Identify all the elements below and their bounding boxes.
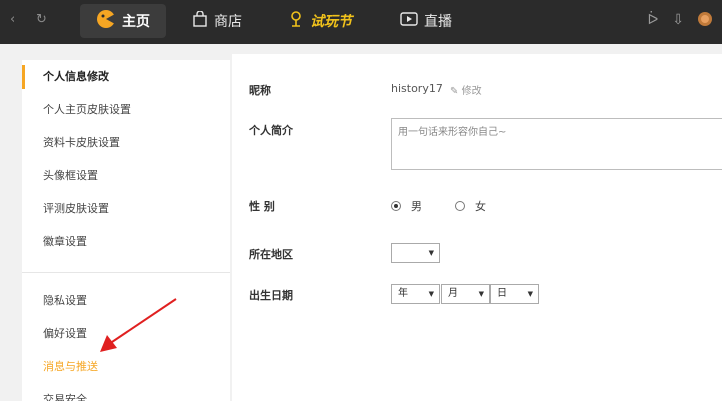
play-icon: [400, 12, 418, 30]
tab-trial-label: 试玩节: [310, 14, 352, 30]
caret-down-icon: ▼: [527, 290, 533, 298]
download-icon[interactable]: ⇩: [672, 12, 684, 30]
trial-icon: [288, 10, 304, 32]
gender-female-radio[interactable]: 女: [455, 198, 486, 214]
region-label: 所在地区: [249, 248, 293, 261]
tab-store-label: 商店: [214, 14, 242, 30]
top-right-icons: ᐆ ⇩: [647, 12, 712, 30]
day-value: 日: [497, 288, 507, 299]
sidebar-item-card-skin[interactable]: 资料卡皮肤设置: [22, 131, 230, 155]
bag-icon: [192, 10, 208, 31]
intro-placeholder: 用一句话来形容你自己~: [398, 127, 507, 138]
month-value: 月: [448, 288, 458, 299]
sidebar-item-avatar-frame[interactable]: 头像框设置: [22, 164, 230, 188]
caret-down-icon: ▼: [428, 249, 434, 257]
avatar[interactable]: [698, 12, 712, 30]
gender-male-label: 男: [411, 200, 422, 213]
tab-home-label: 主页: [122, 14, 150, 30]
tab-trial[interactable]: 试玩节: [272, 4, 368, 38]
radio-unchecked-icon: [455, 201, 465, 211]
nickname-label: 昵称: [249, 84, 271, 97]
gender-female-label: 女: [475, 200, 486, 213]
top-bar: ‹ ↻ 主页 商店 试玩节 直播 ᐆ ⇩: [0, 0, 722, 44]
sidebar-item-privacy[interactable]: 隐私设置: [22, 289, 230, 313]
edit-label: 修改: [461, 86, 482, 97]
nickname-value: history17: [391, 82, 443, 95]
sidebar-item-badge[interactable]: 徽章设置: [22, 230, 230, 254]
radio-checked-icon: [391, 201, 401, 211]
edit-nickname-link[interactable]: ✎ 修改: [450, 82, 482, 97]
tab-live[interactable]: 直播: [384, 4, 468, 38]
sidebar-item-profile[interactable]: 个人信息修改: [22, 65, 230, 89]
pencil-icon: ✎: [450, 86, 459, 97]
sidebar-item-notifications[interactable]: 消息与推送: [22, 355, 230, 379]
content-area: 个人信息修改 个人主页皮肤设置 资料卡皮肤设置 头像框设置 评测皮肤设置 徽章设…: [0, 44, 722, 401]
tab-store[interactable]: 商店: [176, 4, 258, 38]
caret-down-icon: ▼: [478, 290, 484, 298]
ghost-icon[interactable]: ᐆ: [647, 12, 658, 30]
game-face-icon: [96, 9, 116, 33]
sidebar-item-homepage-skin[interactable]: 个人主页皮肤设置: [22, 98, 230, 122]
settings-sidebar: 个人信息修改 个人主页皮肤设置 资料卡皮肤设置 头像框设置 评测皮肤设置 徽章设…: [22, 60, 230, 401]
profile-form: 昵称 history17 ✎ 修改 个人简介 用一句话来形容你自己~ 性 别 男…: [232, 54, 722, 401]
birth-day-select[interactable]: 日 ▼: [490, 284, 539, 304]
gender-male-radio[interactable]: 男: [391, 198, 422, 214]
birth-year-select[interactable]: 年 ▼: [391, 284, 440, 304]
year-value: 年: [398, 288, 408, 299]
back-icon[interactable]: ‹: [10, 12, 15, 27]
intro-label: 个人简介: [249, 124, 293, 137]
tab-live-label: 直播: [424, 14, 452, 30]
birth-label: 出生日期: [249, 289, 293, 302]
gender-label: 性 别: [249, 200, 275, 213]
tab-home[interactable]: 主页: [80, 4, 166, 38]
sidebar-item-trade-security[interactable]: 交易安全: [22, 388, 230, 401]
sidebar-divider: [22, 272, 230, 273]
birth-month-select[interactable]: 月 ▼: [441, 284, 490, 304]
sidebar-item-preferences[interactable]: 偏好设置: [22, 322, 230, 346]
sidebar-item-review-skin[interactable]: 评测皮肤设置: [22, 197, 230, 221]
region-select[interactable]: ▼: [391, 243, 440, 263]
caret-down-icon: ▼: [428, 290, 434, 298]
intro-textarea[interactable]: 用一句话来形容你自己~: [391, 118, 722, 170]
refresh-icon[interactable]: ↻: [36, 12, 47, 27]
